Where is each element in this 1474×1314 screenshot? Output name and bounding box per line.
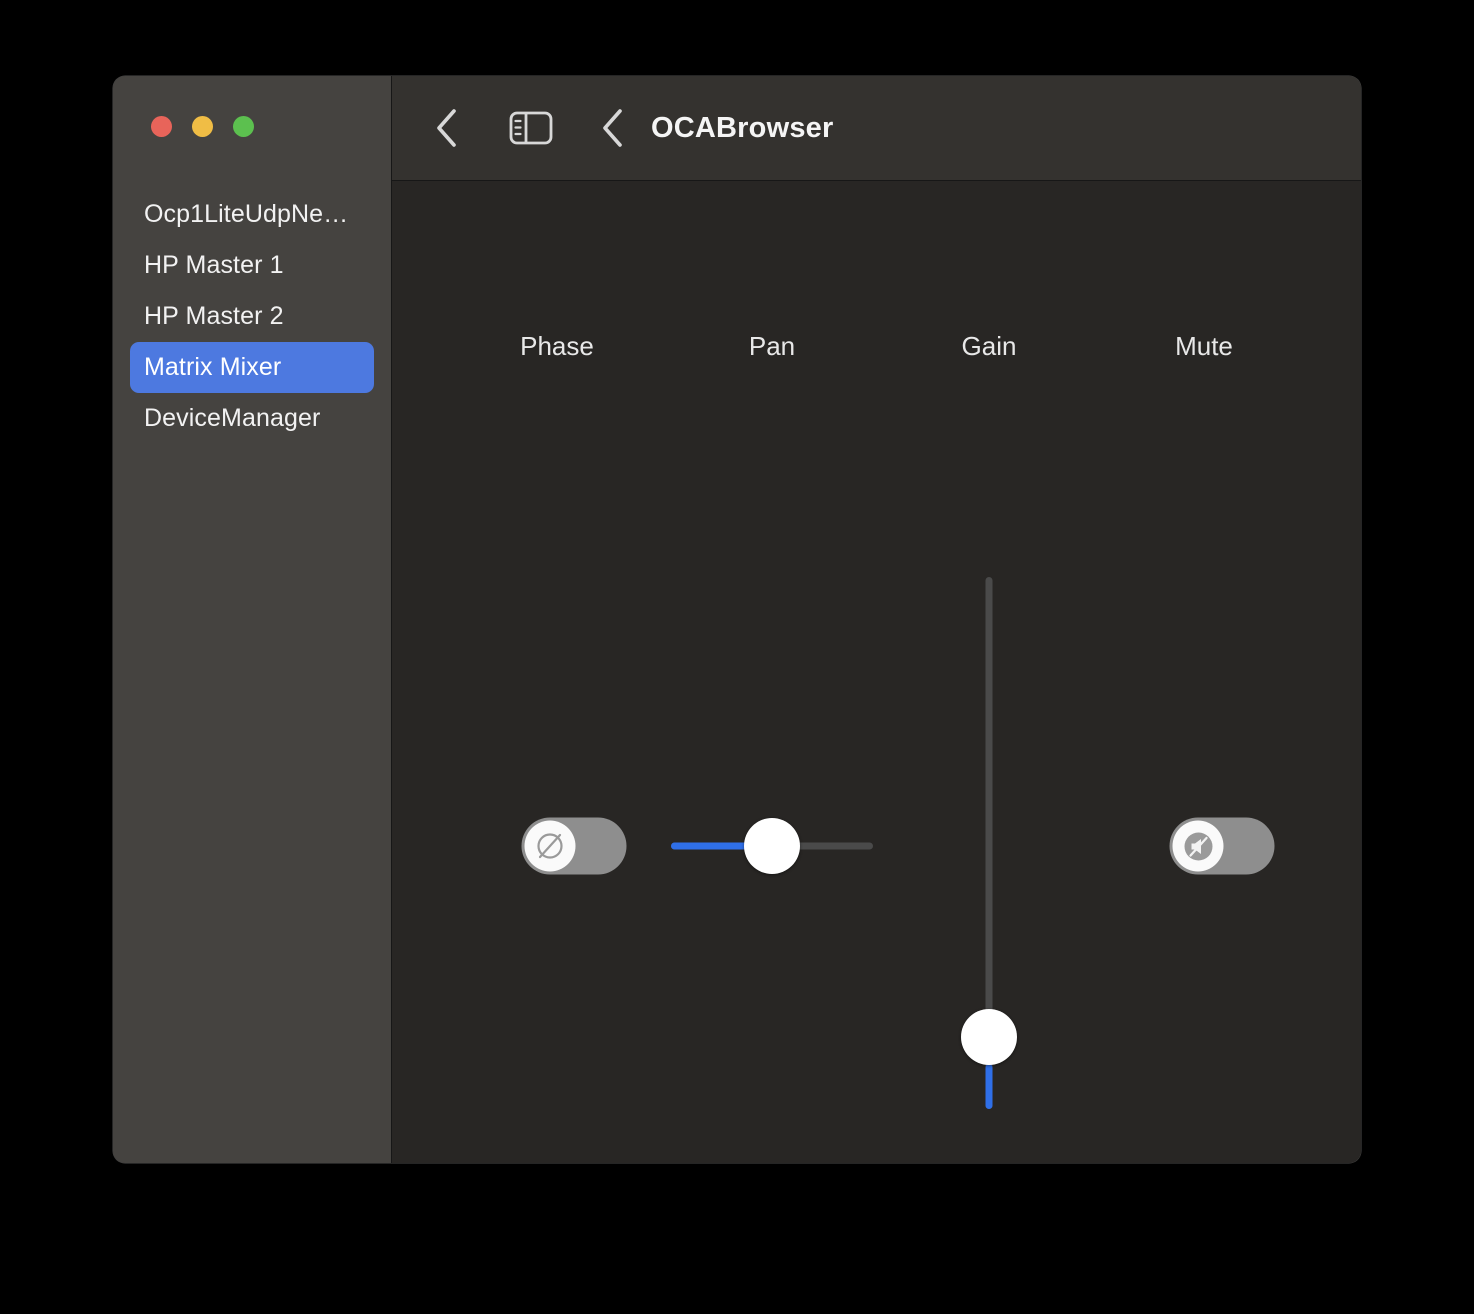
sidebar-icon	[509, 111, 553, 145]
mute-toggle[interactable]	[1169, 817, 1275, 875]
chevron-left-icon	[437, 109, 456, 147]
column-header-pan: Pan	[748, 331, 796, 361]
column-header-phase: Phase	[520, 331, 594, 361]
sidebar-item-label: HP Master 1	[144, 251, 284, 279]
sidebar-item-matrix-mixer[interactable]: Matrix Mixer	[130, 342, 374, 393]
sidebar: Ocp1LiteUdpNe… HP Master 1 HP Master 2 M…	[113, 76, 392, 1163]
sidebar-toggle-button[interactable]	[504, 101, 558, 155]
close-button[interactable]	[151, 116, 172, 137]
sidebar-item-hp-master-1[interactable]: HP Master 1	[130, 240, 374, 291]
sidebar-item-label: HP Master 2	[144, 302, 284, 330]
column-headers: Phase Pan Gain Mute	[392, 331, 1361, 365]
window-controls	[151, 116, 254, 137]
gain-slider-knob[interactable]	[961, 1009, 1017, 1065]
gain-slider[interactable]	[961, 577, 1017, 1109]
sidebar-item-label: Ocp1LiteUdpNe…	[144, 200, 349, 228]
sidebar-item-ocp1liteudpnetwork[interactable]: Ocp1LiteUdpNe…	[130, 189, 374, 240]
toolbar: OCABrowser	[392, 76, 1361, 181]
page-title: OCABrowser	[651, 111, 834, 144]
chevron-left-icon	[603, 109, 622, 147]
maximize-button[interactable]	[233, 116, 254, 137]
phase-toggle-knob	[524, 820, 576, 872]
column-header-gain: Gain	[961, 331, 1017, 361]
matrix-mixer-panel: Phase Pan Gain Mute	[392, 181, 1361, 1163]
gain-slider-fill	[985, 1064, 993, 1109]
phase-toggle[interactable]	[521, 817, 627, 875]
sidebar-item-label: DeviceManager	[144, 404, 321, 432]
pan-slider-knob[interactable]	[744, 818, 800, 874]
sidebar-item-hp-master-2[interactable]: HP Master 2	[130, 291, 374, 342]
sidebar-list: Ocp1LiteUdpNe… HP Master 1 HP Master 2 M…	[130, 189, 374, 444]
detail-pane: OCABrowser Phase Pan Gain Mute	[392, 76, 1361, 1163]
phase-invert-icon	[537, 833, 563, 859]
speaker-mute-icon	[1184, 832, 1212, 860]
column-header-mute: Mute	[1175, 331, 1233, 361]
screen: Ocp1LiteUdpNe… HP Master 1 HP Master 2 M…	[0, 0, 1474, 1314]
sidebar-item-devicemanager[interactable]: DeviceManager	[130, 393, 374, 444]
back-button[interactable]	[419, 101, 473, 155]
nav-back-button[interactable]	[585, 101, 639, 155]
app-window: Ocp1LiteUdpNe… HP Master 1 HP Master 2 M…	[113, 76, 1361, 1163]
sidebar-item-label: Matrix Mixer	[144, 353, 282, 381]
mute-toggle-knob	[1172, 820, 1224, 872]
pan-slider[interactable]	[671, 818, 873, 874]
minimize-button[interactable]	[192, 116, 213, 137]
